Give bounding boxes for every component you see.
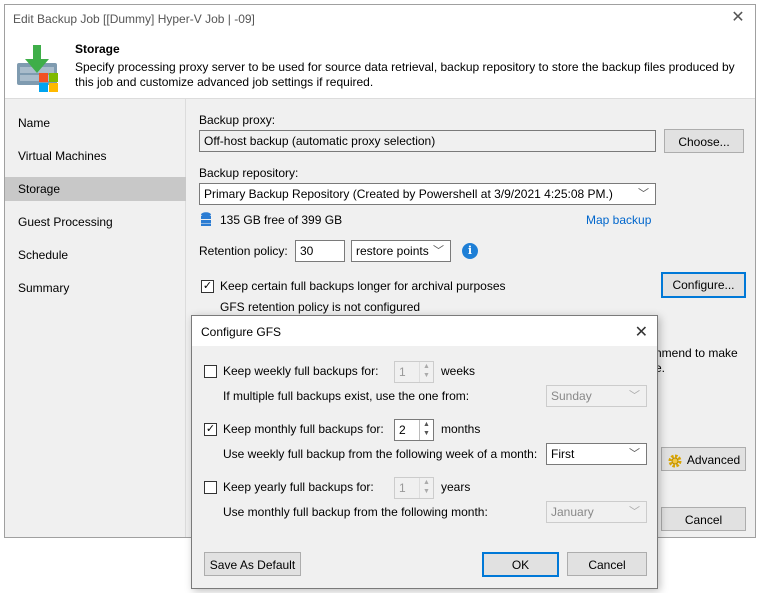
keep-full-backups-label: Keep certain full backups longer for arc… (220, 279, 506, 293)
retention-policy-label: Retention policy: (199, 244, 288, 258)
monthly-stepper[interactable]: 2 ▲ ▼ (394, 419, 434, 441)
retention-value-input[interactable]: 30 (295, 240, 345, 262)
gfs-status-text: GFS retention policy is not configured (220, 300, 421, 314)
backup-repository-label: Backup repository: (199, 166, 299, 180)
wizard-nav: Name Virtual Machines Storage Guest Proc… (5, 99, 186, 537)
nav-item-summary[interactable]: Summary (5, 276, 186, 300)
nav-item-guest-processing[interactable]: Guest Processing (5, 210, 186, 234)
weekly-label: Keep weekly full backups for: (223, 364, 379, 378)
close-icon[interactable]: ✕ (635, 322, 648, 342)
storage-download-icon (17, 45, 58, 92)
page-header: Storage Specify processing proxy server … (5, 33, 755, 99)
spin-arrows-icon[interactable]: ▲ ▼ (419, 362, 433, 382)
configure-gfs-dialog: Configure GFS ✕ Keep weekly full backups… (191, 315, 658, 589)
configure-gfs-button[interactable]: Configure... (661, 272, 746, 298)
yearly-month-value: January (551, 505, 594, 519)
chevron-down-icon: ﹀ (629, 390, 640, 402)
nav-item-virtual-machines[interactable]: Virtual Machines (5, 144, 186, 168)
monthly-week-value: First (551, 447, 575, 461)
monthly-week-select[interactable]: First ﹀ (546, 443, 647, 465)
weekly-unit: weeks (441, 364, 476, 378)
weekly-day-select[interactable]: Sunday ﹀ (546, 385, 647, 407)
spin-arrows-icon[interactable]: ▲ ▼ (419, 478, 433, 498)
advanced-button[interactable]: Advanced (661, 447, 746, 471)
yearly-month-select[interactable]: January ﹀ (546, 501, 647, 523)
yearly-unit: years (441, 480, 471, 494)
dialog-title: Configure GFS (201, 325, 282, 339)
nav-item-schedule[interactable]: Schedule (5, 243, 186, 267)
backup-proxy-label: Backup proxy: (199, 113, 276, 127)
nav-item-storage[interactable]: Storage (5, 177, 186, 201)
keep-full-backups-checkbox[interactable]: ✓ (201, 280, 214, 293)
gear-icon (668, 454, 682, 468)
info-icon[interactable]: i (462, 243, 478, 259)
chevron-down-icon: ﹀ (629, 448, 640, 460)
advanced-label: Advanced (686, 453, 741, 467)
backup-proxy-field[interactable]: Off-host backup (automatic proxy selecti… (199, 130, 656, 152)
nav-item-name[interactable]: Name (5, 111, 186, 135)
map-backup-link[interactable]: Map backup (586, 213, 651, 227)
weekly-sub-label: If multiple full backups exist, use the … (223, 389, 470, 403)
close-icon[interactable]: ✕ (729, 9, 747, 27)
weekly-stepper[interactable]: 1 ▲ ▼ (394, 361, 434, 383)
dialog-cancel-button[interactable]: Cancel (567, 552, 647, 576)
yearly-checkbox[interactable] (204, 481, 217, 494)
weekly-checkbox[interactable] (204, 365, 217, 378)
monthly-unit: months (441, 422, 481, 436)
weekly-day-value: Sunday (551, 389, 592, 403)
yearly-sub-label: Use monthly full backup from the followi… (223, 505, 488, 519)
yearly-stepper[interactable]: 1 ▲ ▼ (394, 477, 434, 499)
monthly-value: 2 (399, 423, 406, 437)
chevron-down-icon: ﹀ (629, 506, 640, 518)
yearly-label: Keep yearly full backups for: (223, 480, 374, 494)
partial-text-recommend: nmend to make (655, 346, 738, 360)
retention-unit-value: restore points (356, 244, 429, 258)
chevron-down-icon: ﹀ (638, 188, 649, 200)
ok-button[interactable]: OK (482, 552, 559, 577)
window-title: Edit Backup Job [[Dummy] Hyper-V Job | -… (13, 12, 255, 26)
backup-repository-select[interactable]: Primary Backup Repository (Created by Po… (199, 183, 656, 205)
retention-unit-select[interactable]: restore points ﹀ (351, 240, 451, 262)
yearly-value: 1 (399, 481, 406, 495)
title-bar: Edit Backup Job [[Dummy] Hyper-V Job | -… (5, 5, 755, 33)
spin-arrows-icon[interactable]: ▲ ▼ (419, 420, 433, 440)
monthly-label: Keep monthly full backups for: (223, 422, 384, 436)
page-title: Storage (75, 42, 120, 56)
choose-proxy-button[interactable]: Choose... (664, 129, 744, 153)
chevron-down-icon: ﹀ (433, 245, 444, 257)
weekly-value: 1 (399, 365, 406, 379)
monthly-sub-label: Use weekly full backup from the followin… (223, 447, 538, 461)
page-description: Specify processing proxy server to be us… (75, 60, 735, 89)
save-as-default-button[interactable]: Save As Default (204, 552, 301, 576)
repository-free-space: 135 GB free of 399 GB (220, 213, 343, 227)
dialog-title-bar: Configure GFS ✕ (192, 316, 657, 346)
database-icon (201, 212, 211, 226)
monthly-checkbox[interactable]: ✓ (204, 423, 217, 436)
backup-repository-value: Primary Backup Repository (Created by Po… (204, 187, 613, 201)
cancel-button[interactable]: Cancel (661, 507, 746, 531)
